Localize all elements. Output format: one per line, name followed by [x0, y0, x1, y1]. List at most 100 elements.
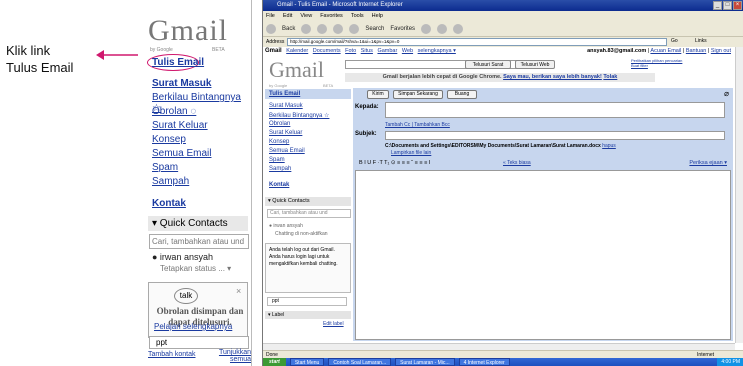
task-start-menu[interactable]: Start Menu [289, 358, 325, 366]
menu-tools[interactable]: Tools [351, 11, 364, 21]
label-header-small[interactable]: ▾ Label [265, 311, 351, 319]
chrome-promo: Gmail berjalan lebih cepat di Google Chr… [345, 73, 655, 82]
learn-more-link[interactable]: Pelajari selengkapnya [154, 322, 232, 331]
nav-spam-small[interactable]: Spam [269, 157, 285, 163]
help-link[interactable]: Bantuan [686, 48, 707, 54]
topnav-calendar[interactable]: Kalender [286, 48, 308, 54]
chat-status-small: Chatting di non-aktifkan [275, 231, 328, 237]
nav-contacts[interactable]: Kontak [152, 198, 186, 209]
browser-window: Gmail - Tulis Email - Microsoft Internet… [262, 0, 743, 366]
nav-drafts[interactable]: Konsep [152, 134, 186, 145]
remove-attachment-link[interactable]: hapus [602, 143, 616, 149]
start-button[interactable]: start [263, 358, 286, 366]
annotation-line-1: Klik link [6, 43, 51, 58]
save-now-button[interactable]: Simpan Sekarang [393, 90, 443, 99]
chat-status-select[interactable]: Tetapkan status ... ▾ [160, 264, 231, 273]
clock: 4:00 PM [717, 358, 743, 366]
nav-trash-small[interactable]: Sampah [269, 166, 291, 172]
address-input[interactable]: http://mail.google.com/mail/?shva=1&ui=1… [287, 38, 667, 46]
mail-icon[interactable] [437, 24, 448, 34]
quick-contacts-header[interactable]: ▾ Quick Contacts [148, 216, 248, 231]
minimize-icon[interactable]: _ [713, 1, 722, 10]
topnav-images[interactable]: Gambar [377, 48, 397, 54]
menu-edit[interactable]: Edit [283, 11, 292, 21]
search-options: Perlihatkan pilihan pencarian Buat filte… [631, 58, 682, 68]
search-mail-button[interactable]: Telusuri Surat [465, 60, 511, 69]
back-icon[interactable] [266, 24, 276, 34]
nav-all-mail-small[interactable]: Semua Email [269, 148, 305, 154]
topnav-documents[interactable]: Documents [313, 48, 341, 54]
search-button[interactable]: Search [365, 21, 384, 36]
spell-check-link[interactable]: Periksa ejaan ▾ [689, 159, 727, 168]
nav-sent-small[interactable]: Surat Keluar [269, 130, 302, 136]
talk-icon: talk [174, 288, 198, 304]
close-window-icon[interactable]: × [733, 1, 742, 10]
topnav-photos[interactable]: Foto [345, 48, 356, 54]
maximize-icon[interactable]: □ [723, 1, 732, 10]
links-button[interactable]: Links [695, 38, 707, 44]
format-toolbar[interactable]: B I U F ·T T₁ ⊙ ≡ ≡ ≡ “ ≡ ≡ ≡ I [355, 159, 731, 168]
topnav-sites[interactable]: Situs [361, 48, 373, 54]
message-body[interactable] [355, 170, 731, 340]
favorites-button[interactable]: Favorites [390, 21, 415, 36]
ppt-input-small[interactable]: ppt [267, 297, 347, 306]
to-field[interactable] [385, 102, 725, 118]
history-icon[interactable] [421, 24, 432, 34]
home-icon[interactable] [349, 24, 360, 34]
topnav-more[interactable]: selengkapnya ▾ [418, 48, 456, 54]
send-button[interactable]: Kirim [367, 90, 389, 99]
nav-sent[interactable]: Surat Keluar [152, 120, 208, 131]
task-internet-explorer[interactable]: 4 Internet Explorer [458, 358, 510, 366]
task-contoh-soal[interactable]: Contoh Soal Lamaran... [328, 358, 392, 366]
quick-contacts-search-small[interactable]: Cari, tambahkan atau und [267, 209, 351, 218]
horizontal-scrollbar[interactable] [263, 343, 735, 350]
nav-trash[interactable]: Sampah [152, 176, 189, 187]
menu-favorites[interactable]: Favorites [320, 11, 343, 21]
promo-accept-link[interactable]: Saya mau, berikan saya lebih banyak! [503, 74, 602, 80]
back-button[interactable]: Back [282, 21, 295, 36]
address-label: Address [266, 39, 285, 45]
menu-file[interactable]: File [266, 11, 275, 21]
go-button[interactable]: Go [671, 38, 678, 44]
show-all-link[interactable]: Tunjukkan semua [214, 349, 251, 363]
nav-spam[interactable]: Spam [152, 162, 178, 173]
forward-icon[interactable] [301, 24, 312, 34]
close-icon[interactable]: × [236, 286, 241, 296]
nav-inbox[interactable]: Surat Masuk [152, 78, 211, 89]
settings-link[interactable]: Acuan Email [650, 48, 681, 54]
nav-contacts-small[interactable]: Kontak [269, 182, 289, 188]
plain-text-link[interactable]: « Teks biasa [503, 159, 531, 168]
add-contact-link[interactable]: Tambah kontak [148, 351, 195, 358]
create-filter-link[interactable]: Buat filter [631, 63, 682, 68]
menu-help[interactable]: Help [372, 11, 383, 21]
nav-chats-small[interactable]: Obrolan [269, 121, 290, 127]
subject-field[interactable] [385, 131, 725, 140]
nav-starred-small[interactable]: Berkilau Bintangnya ☆ [269, 112, 329, 119]
topnav-gmail[interactable]: Gmail [265, 48, 282, 54]
search-web-button[interactable]: Telusuri Web [515, 60, 555, 69]
compose-link[interactable]: Tulis Email [152, 57, 204, 68]
refresh-icon[interactable] [333, 24, 344, 34]
to-label: Kepada: [355, 104, 379, 110]
task-surat-lamaran[interactable]: Surat Lamaran - Mic... [395, 358, 455, 366]
nav-chats[interactable]: Obrolan ◌ [152, 106, 196, 117]
signout-link[interactable]: Sign out [711, 48, 731, 54]
attach-another-link[interactable]: Lampirkan file lain [391, 150, 431, 156]
add-cc-bcc-link[interactable]: Tambah Cc | Tambahkan Bcc [385, 122, 450, 128]
menu-view[interactable]: View [300, 11, 312, 21]
nav-inbox-small[interactable]: Surat Masuk [269, 103, 303, 109]
promo-decline-link[interactable]: Tolak [603, 74, 617, 80]
quick-contacts-search[interactable]: Cari, tambahkan atau und [149, 234, 249, 249]
nav-all-mail[interactable]: Semua Email [152, 148, 211, 159]
ppt-input[interactable]: ppt [149, 336, 249, 349]
quick-contacts-header-small[interactable]: ▾ Quick Contacts [265, 197, 351, 206]
topnav-web[interactable]: Web [402, 48, 413, 54]
nav-drafts-small[interactable]: Konsep [269, 139, 289, 145]
gmail-logo-small[interactable]: Gmail [269, 57, 324, 83]
stop-icon[interactable] [317, 24, 328, 34]
print-icon[interactable] [453, 24, 464, 34]
edit-label-link[interactable]: Edit label [323, 321, 344, 327]
discard-button[interactable]: Buang [447, 90, 477, 99]
compose-link-small[interactable]: Tulis Email [265, 89, 351, 99]
vertical-scrollbar[interactable] [735, 47, 743, 343]
